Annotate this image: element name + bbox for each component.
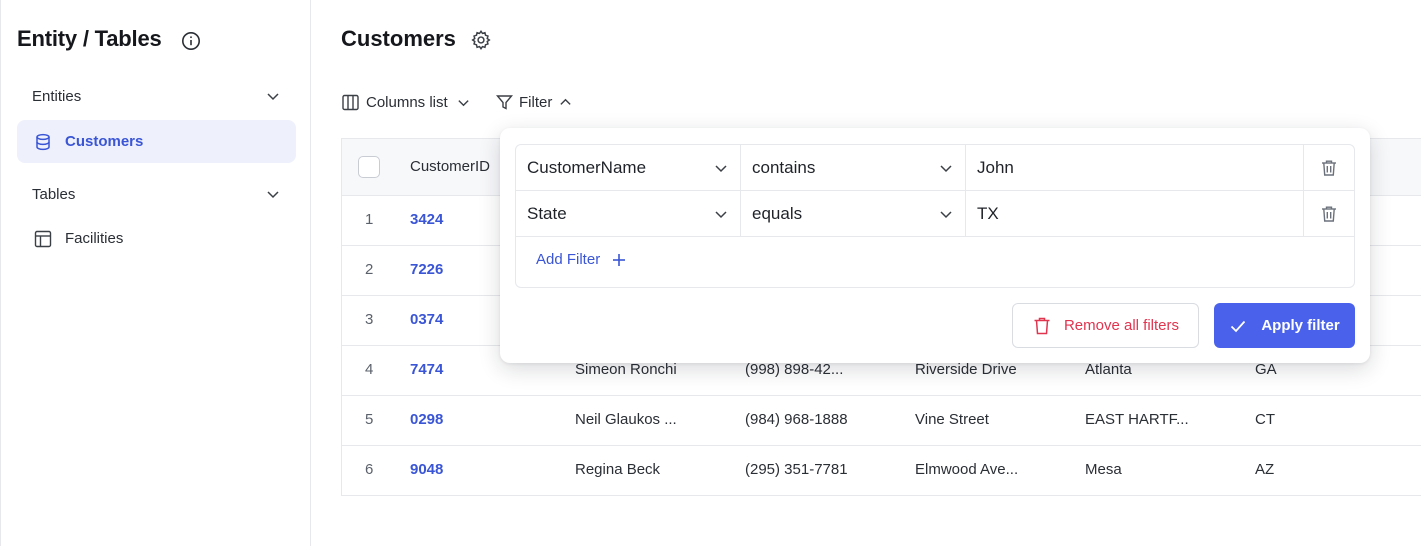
database-icon — [36, 133, 50, 150]
chevron-down-icon — [940, 211, 952, 219]
column-header-customerid[interactable]: CustomerID — [410, 158, 490, 175]
add-filter-button[interactable]: Add Filter — [536, 251, 626, 268]
columns-list-button[interactable]: Columns list — [342, 90, 470, 114]
filter-operator-select[interactable]: contains — [741, 145, 966, 191]
sidebar-item-label: Customers — [65, 133, 144, 150]
filter-button[interactable]: Filter — [496, 90, 572, 114]
filter-icon — [496, 94, 513, 110]
filter-row: State equals TX — [516, 191, 1354, 237]
sidebar-item-label: Facilities — [65, 230, 124, 247]
apply-filter-label: Apply filter — [1261, 317, 1340, 334]
sidebar-item-facilities[interactable]: Facilities — [17, 217, 296, 260]
sidebar-item-customers[interactable]: Customers — [17, 120, 296, 163]
filter-list: CustomerName contains John State equals — [515, 144, 1355, 288]
columns-icon — [342, 94, 359, 110]
street-cell: Elmwood Ave... — [915, 461, 1019, 478]
remove-all-filters-label: Remove all filters — [1063, 317, 1180, 334]
trash-icon[interactable] — [1319, 204, 1339, 224]
section-tables[interactable]: Tables — [17, 177, 296, 211]
table-icon — [34, 230, 52, 247]
row-number: 4 — [365, 361, 374, 378]
table-row[interactable]: 5 0298 Neil Glaukos ... (984) 968-1888 V… — [342, 396, 1421, 446]
chevron-down-icon — [940, 165, 952, 173]
filter-value-input[interactable]: TX — [966, 191, 1304, 237]
columns-list-label: Columns list — [366, 93, 448, 111]
filter-operator-value: contains — [752, 158, 816, 177]
customer-name-cell: Simeon Ronchi — [575, 361, 677, 378]
row-number: 6 — [365, 461, 374, 478]
phone-cell: (984) 968-1888 — [745, 411, 848, 428]
info-icon[interactable] — [181, 31, 201, 51]
chevron-up-icon — [560, 98, 571, 105]
row-number: 5 — [365, 411, 374, 428]
filter-row: CustomerName contains John — [516, 145, 1354, 191]
add-filter-label: Add Filter — [536, 251, 601, 268]
filter-value-text: John — [977, 158, 1014, 177]
section-tables-label: Tables — [32, 185, 76, 203]
state-cell: GA — [1255, 361, 1277, 378]
apply-filter-button[interactable]: Apply filter — [1214, 303, 1355, 348]
city-cell: Mesa — [1085, 461, 1122, 478]
street-cell: Riverside Drive — [915, 361, 1017, 378]
filter-field-select[interactable]: State — [516, 191, 741, 237]
state-cell: AZ — [1255, 461, 1275, 478]
customer-id-link[interactable]: 0298 — [410, 411, 443, 428]
row-number: 1 — [365, 211, 374, 228]
filter-field-value: State — [527, 204, 567, 223]
plus-icon — [613, 253, 626, 266]
app-title: Entity / Tables — [17, 26, 162, 51]
remove-all-filters-button[interactable]: Remove all filters — [1012, 303, 1199, 348]
state-cell: CT — [1255, 411, 1275, 428]
street-cell: Vine Street — [915, 411, 989, 428]
filter-value-input[interactable]: John — [966, 145, 1304, 191]
trash-icon[interactable] — [1319, 158, 1339, 178]
chevron-down-icon — [458, 99, 469, 106]
gear-icon[interactable] — [470, 29, 492, 51]
filter-field-select[interactable]: CustomerName — [516, 145, 741, 191]
city-cell: Atlanta — [1085, 361, 1132, 378]
row-number: 3 — [365, 311, 374, 328]
row-number: 2 — [365, 261, 374, 278]
sidebar: Entity / Tables Entities Customers Table… — [0, 0, 311, 546]
phone-cell: (998) 898-42... — [745, 361, 844, 378]
chevron-down-icon — [715, 211, 727, 219]
filter-operator-value: equals — [752, 204, 803, 223]
table-row[interactable]: 6 9048 Regina Beck (295) 351-7781 Elmwoo… — [342, 446, 1421, 496]
city-cell: EAST HARTF... — [1085, 411, 1189, 428]
phone-cell: (295) 351-7781 — [745, 461, 848, 478]
customer-id-link[interactable]: 3424 — [410, 211, 443, 228]
filter-value-text: TX — [977, 204, 999, 223]
customer-id-link[interactable]: 9048 — [410, 461, 443, 478]
section-entities-label: Entities — [32, 87, 82, 105]
customer-name-cell: Neil Glaukos ... — [575, 411, 677, 428]
page-title: Customers — [341, 26, 456, 51]
filter-label: Filter — [519, 93, 553, 111]
customer-id-link[interactable]: 7226 — [410, 261, 443, 278]
select-all-checkbox[interactable] — [358, 156, 380, 178]
chevron-down-icon — [715, 165, 727, 173]
customer-id-link[interactable]: 7474 — [410, 361, 443, 378]
customer-id-link[interactable]: 0374 — [410, 311, 443, 328]
customer-name-cell: Regina Beck — [575, 461, 661, 478]
filter-popover: CustomerName contains John State equals — [500, 128, 1370, 363]
filter-field-value: CustomerName — [527, 158, 647, 177]
chevron-down-icon — [267, 93, 279, 101]
section-entities[interactable]: Entities — [17, 79, 296, 113]
trash-icon — [1034, 317, 1050, 334]
filter-operator-select[interactable]: equals — [741, 191, 966, 237]
chevron-down-icon — [267, 191, 279, 199]
check-icon — [1231, 320, 1246, 332]
